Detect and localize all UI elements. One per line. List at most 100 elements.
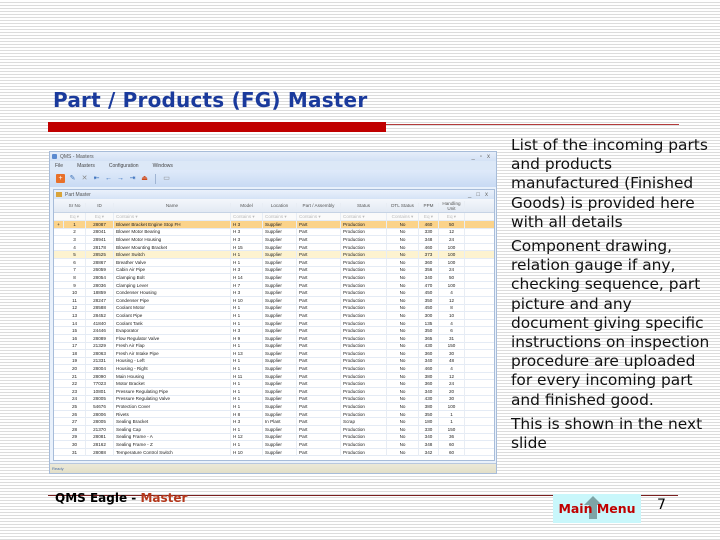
table-cell: 470 bbox=[419, 281, 439, 289]
column-header[interactable]: Name bbox=[114, 203, 231, 208]
table-cell: Cabin Air Pipe bbox=[114, 266, 231, 274]
column-filter[interactable]: Eq ▾ bbox=[86, 213, 114, 220]
inner-maximize-button[interactable]: □ bbox=[476, 192, 480, 198]
table-cell: H 1 bbox=[231, 342, 263, 350]
table-cell: 25 bbox=[64, 403, 86, 411]
table-cell: Part bbox=[297, 380, 341, 388]
table-cell: Part bbox=[297, 387, 341, 395]
table-cell: Part bbox=[297, 327, 341, 335]
table-cell: Blower Motor Housing bbox=[114, 235, 231, 243]
menu-file[interactable]: File bbox=[55, 163, 63, 169]
menu-windows[interactable]: Windows bbox=[153, 163, 173, 169]
next-button[interactable]: → bbox=[116, 174, 125, 183]
column-filter[interactable]: Eq ▾ bbox=[419, 213, 439, 220]
notes-button[interactable]: ▭ bbox=[162, 174, 171, 183]
add-button[interactable]: + bbox=[56, 174, 65, 183]
table-cell: Part bbox=[297, 311, 341, 319]
table-cell: H 9 bbox=[231, 334, 263, 342]
table-cell: Coolant Tank bbox=[114, 319, 231, 327]
slide-title: Part / Products (FG) Master bbox=[53, 88, 368, 112]
column-header[interactable]: ID bbox=[86, 203, 114, 208]
column-filter[interactable]: Eq ▾ bbox=[64, 213, 86, 220]
table-cell: 460 bbox=[419, 365, 439, 373]
column-filter[interactable]: Eq ▾ bbox=[439, 213, 465, 220]
restore-button[interactable]: ▫ bbox=[480, 154, 482, 160]
delete-button[interactable]: ✕ bbox=[80, 174, 89, 183]
column-header[interactable]: Location bbox=[263, 203, 297, 208]
table-cell: 12 bbox=[439, 228, 465, 236]
last-button[interactable]: ⇥ bbox=[128, 174, 137, 183]
table-cell: No bbox=[387, 433, 419, 441]
column-filter[interactable]: Contains ▾ bbox=[263, 213, 297, 220]
column-header[interactable]: PPM bbox=[419, 203, 439, 208]
column-header[interactable]: DTL Status bbox=[387, 203, 419, 208]
table-cell: Production bbox=[341, 334, 387, 342]
table-cell: 350 bbox=[419, 327, 439, 335]
table-cell: H 3 bbox=[231, 220, 263, 228]
first-button[interactable]: ⇤ bbox=[92, 174, 101, 183]
table-cell: Supplier bbox=[263, 311, 297, 319]
table-cell: H 1 bbox=[231, 380, 263, 388]
column-header[interactable]: Model bbox=[231, 203, 263, 208]
close-button[interactable]: x bbox=[487, 154, 490, 160]
column-filter[interactable]: Contains ▾ bbox=[114, 213, 231, 220]
column-header[interactable]: Status bbox=[341, 203, 387, 208]
table-cell: H 1 bbox=[231, 403, 263, 411]
minimize-button[interactable]: _ bbox=[472, 154, 475, 160]
table-cell: 48 bbox=[439, 357, 465, 365]
table-cell: Production bbox=[341, 403, 387, 411]
table-cell: Production bbox=[341, 395, 387, 403]
menu-masters[interactable]: Masters bbox=[77, 163, 95, 169]
table-cell: Part bbox=[297, 304, 341, 312]
table-cell: Temperature Control Switch bbox=[114, 448, 231, 456]
edit-button[interactable]: ✎ bbox=[68, 174, 77, 183]
table-cell: 5 bbox=[64, 251, 86, 259]
table-cell: Pressure Regulating Pipe bbox=[114, 387, 231, 395]
table-cell: Supplier bbox=[263, 289, 297, 297]
table-cell: 28088 bbox=[86, 448, 114, 456]
table-cell: 342 bbox=[419, 448, 439, 456]
column-header[interactable]: Part / Assembly bbox=[297, 203, 341, 208]
table-cell: 28054 bbox=[86, 273, 114, 281]
table-cell: 7 bbox=[64, 266, 86, 274]
table-cell: 100 bbox=[439, 258, 465, 266]
table-cell: 300 bbox=[419, 311, 439, 319]
table-cell: Part bbox=[297, 403, 341, 411]
table-row[interactable]: 31 28088 Temperature Control Switch H 10 Sup… bbox=[54, 448, 494, 457]
table-cell: 14 bbox=[64, 319, 86, 327]
notes-icon: ▭ bbox=[163, 175, 170, 182]
table-cell: H 1 bbox=[231, 387, 263, 395]
table-cell: 21 bbox=[64, 372, 86, 380]
column-filter[interactable]: Contains ▾ bbox=[341, 213, 387, 220]
main-menu-button[interactable]: Main Menu bbox=[553, 494, 641, 523]
table-cell: Scrap bbox=[341, 418, 387, 426]
column-header[interactable]: Handling Unit bbox=[439, 200, 465, 211]
table-cell: Production bbox=[341, 296, 387, 304]
table-cell: H 3 bbox=[231, 228, 263, 236]
table-cell: 330 bbox=[419, 425, 439, 433]
bullet-item: This is shown in the next slide bbox=[511, 414, 703, 453]
inner-close-button[interactable]: x bbox=[485, 192, 488, 198]
table-cell: Part bbox=[297, 289, 341, 297]
exit-button[interactable]: ⏏ bbox=[140, 174, 149, 183]
table-cell: No bbox=[387, 289, 419, 297]
table-cell: 28006 bbox=[86, 410, 114, 418]
next-icon: → bbox=[117, 175, 124, 182]
column-header[interactable]: Sr No bbox=[64, 203, 86, 208]
table-cell: 100 bbox=[439, 281, 465, 289]
table-cell: Production bbox=[341, 342, 387, 350]
menu-configuration[interactable]: Configuration bbox=[109, 163, 139, 169]
table-cell: Production bbox=[341, 387, 387, 395]
table-cell: No bbox=[387, 448, 419, 456]
table-cell: 24 bbox=[439, 380, 465, 388]
column-filter[interactable]: Contains ▾ bbox=[231, 213, 263, 220]
column-filter[interactable]: Contains ▾ bbox=[297, 213, 341, 220]
table-cell: No bbox=[387, 266, 419, 274]
inner-minimize-button[interactable]: _ bbox=[468, 192, 471, 198]
column-filter[interactable]: Contains ▾ bbox=[387, 213, 419, 220]
previous-button[interactable]: ← bbox=[104, 174, 113, 183]
table-cell: 50 bbox=[439, 220, 465, 228]
table-cell: Part bbox=[297, 296, 341, 304]
table-cell: 41840 bbox=[86, 319, 114, 327]
table-cell: 450 bbox=[419, 289, 439, 297]
